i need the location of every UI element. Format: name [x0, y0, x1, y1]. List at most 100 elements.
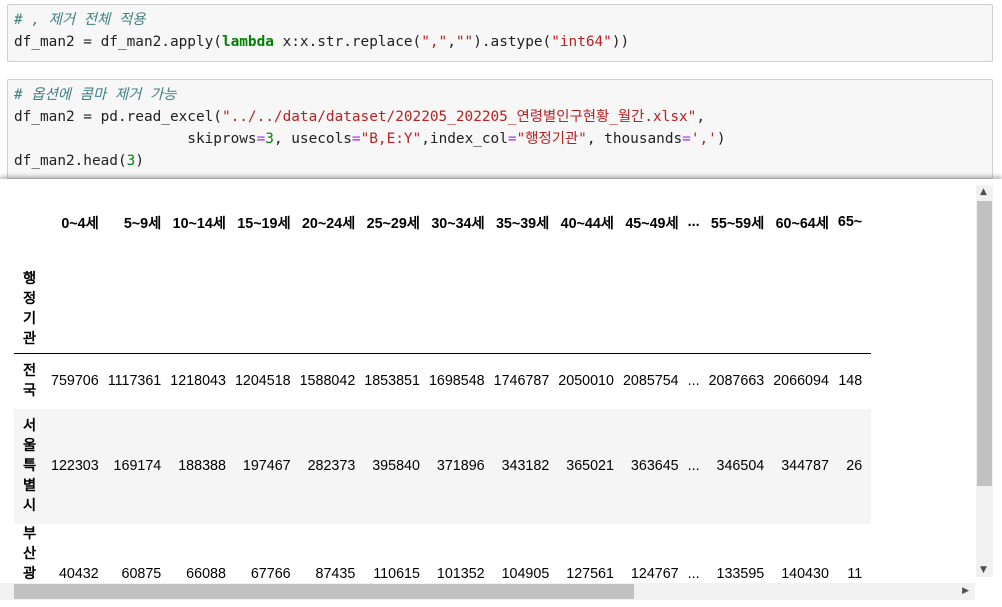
column-header: 5~9세 — [123, 215, 162, 232]
column-header: 20~24세 — [301, 215, 356, 232]
table-cell: ... — [687, 353, 709, 409]
horizontal-scroll-thumb[interactable] — [14, 584, 634, 599]
table-row: 서울특별시 122303 169174 188388 197467 282373 39584… — [14, 408, 872, 524]
code-editor-2[interactable]: # 옵션에 콤마 제거 가능 df_man2 = pd.read_excel("… — [8, 80, 992, 176]
code-text: ).astype( — [473, 34, 552, 50]
code-operator: = — [256, 131, 266, 147]
column-header: 55~59세 — [710, 215, 765, 232]
corner-header — [14, 179, 51, 265]
code-string: "../../data/dataset/202205_202205_연령별인구현… — [221, 109, 697, 125]
table-cell: 101352 — [436, 565, 485, 582]
code-text: df_man2 = df_man2.apply( — [14, 34, 222, 50]
table-cell: 1853851 — [364, 353, 429, 409]
table-cell: ... — [687, 565, 700, 582]
table-cell: 87435 — [315, 565, 356, 582]
table-cell: 110615 — [373, 565, 420, 582]
index-name-row: 행정기관 — [14, 265, 871, 354]
table-cell: 395840 — [372, 458, 420, 474]
index-name-spacer — [494, 265, 559, 354]
table-cell: 2087663 — [708, 353, 774, 409]
code-string: "int64" — [551, 34, 612, 50]
table-cell: 66088 — [186, 565, 226, 582]
code-editor-1[interactable]: # , 제거 전체 적용 df_man2 = df_man2.apply(lam… — [8, 5, 992, 57]
column-header: 10~14세 — [172, 215, 226, 232]
column-header: 25~29세 — [366, 215, 420, 232]
code-string: ',' — [690, 131, 717, 147]
index-name-spacer — [709, 265, 774, 354]
table-cell: 104905 — [501, 565, 550, 582]
table-cell: 133595 — [716, 565, 765, 582]
table-cell: 11 — [847, 565, 863, 582]
scroll-right-icon[interactable]: ▶ — [962, 586, 969, 596]
code-operator: = — [351, 131, 361, 147]
index-name-spacer — [108, 265, 171, 354]
vertical-scrollbar[interactable]: ▲ ▼ — [976, 185, 993, 577]
code-comment: # , 제거 전체 적용 — [14, 12, 146, 28]
column-header: ... — [687, 214, 700, 230]
table-cell: 759706 — [51, 353, 108, 409]
code-comment: # 옵션에 콤마 제거 가능 — [14, 87, 177, 103]
vertical-scroll-thumb[interactable] — [977, 201, 992, 486]
code-text: df_man2.head( — [14, 153, 127, 169]
index-name-spacer — [773, 265, 838, 354]
horizontal-scrollbar[interactable]: ▶ — [0, 583, 975, 600]
table-cell: 169174 — [113, 458, 162, 474]
table-cell: ... — [687, 458, 700, 474]
index-name-spacer — [558, 265, 623, 354]
scroll-up-icon[interactable]: ▲ — [980, 187, 987, 197]
column-header-row: 0~4세 5~9세 10~14세 15~19세 20~24세 25~29세 30~34세 35… — [14, 179, 871, 265]
row-index-label: 서울특별시 — [23, 418, 37, 514]
table-cell: 67766 — [250, 565, 291, 582]
code-string: "," — [421, 34, 448, 50]
index-name-spacer — [623, 265, 688, 354]
code-number: 3 — [126, 153, 136, 169]
code-text: x:x.str.replace( — [273, 34, 422, 50]
dataframe-table: 0~4세 5~9세 10~14세 15~19세 20~24세 25~29세 30~34세 35… — [14, 179, 872, 585]
output-area[interactable]: 0~4세 5~9세 10~14세 15~19세 20~24세 25~29세 30~34세 35… — [0, 179, 1002, 607]
code-keyword: lambda — [221, 34, 274, 50]
scroll-down-icon[interactable]: ▼ — [980, 565, 987, 575]
dataframe-output[interactable]: 0~4세 5~9세 10~14세 15~19세 20~24세 25~29세 30~34세 35… — [14, 179, 974, 584]
column-header: 15~19세 — [237, 215, 291, 232]
index-name-spacer — [235, 265, 300, 354]
column-header: 65~ — [837, 214, 863, 230]
table-row: 부산광역시 40432 60875 66088 67766 87435 110615 1013… — [14, 524, 871, 585]
table-cell: 60875 — [121, 565, 162, 582]
index-name-spacer — [429, 265, 494, 354]
code-string: "" — [455, 34, 474, 50]
code-text: df_man2 = pd.read_excel( — [14, 109, 222, 125]
table-cell: 1204518 — [234, 353, 300, 409]
code-text: )) — [611, 34, 630, 50]
code-operator: = — [507, 131, 517, 147]
column-header: 60~64세 — [775, 215, 829, 232]
table-cell: 122303 — [51, 458, 99, 474]
column-header: 30~34세 — [431, 215, 485, 232]
index-name-spacer — [688, 265, 709, 354]
table-cell: 1698548 — [428, 353, 494, 409]
table-cell: 1117361 — [107, 353, 171, 409]
table-cell: 148 — [837, 353, 872, 409]
table-cell: 2085754 — [622, 353, 688, 409]
code-text: , thousands — [586, 131, 683, 147]
table-cell: 282373 — [307, 458, 356, 474]
index-name-spacer — [170, 265, 235, 354]
table-cell: 363645 — [630, 458, 679, 474]
code-cell-2[interactable]: # 옵션에 콤마 제거 가능 df_man2 = pd.read_excel("… — [7, 79, 993, 179]
code-number: 3 — [265, 131, 274, 147]
column-header: 35~39세 — [495, 215, 550, 232]
column-header: 0~4세 — [61, 215, 99, 232]
code-text: , usecols — [273, 131, 352, 147]
table-cell: 1746787 — [493, 353, 559, 409]
table-cell: 346504 — [716, 458, 765, 474]
table-cell: 140430 — [781, 565, 829, 582]
index-name-spacer — [300, 265, 365, 354]
code-cell-1[interactable]: # , 제거 전체 적용 df_man2 = df_man2.apply(lam… — [7, 4, 993, 62]
table-cell: 2066094 — [773, 353, 838, 409]
row-index-label: 부산광역시 — [23, 525, 37, 582]
index-name: 행정기관 — [23, 271, 37, 347]
table-cell: 2050010 — [558, 353, 623, 409]
table-cell: 1588042 — [299, 353, 365, 409]
code-operator: = — [682, 131, 691, 147]
code-text: skiprows — [187, 131, 257, 147]
index-name-spacer — [364, 265, 429, 354]
